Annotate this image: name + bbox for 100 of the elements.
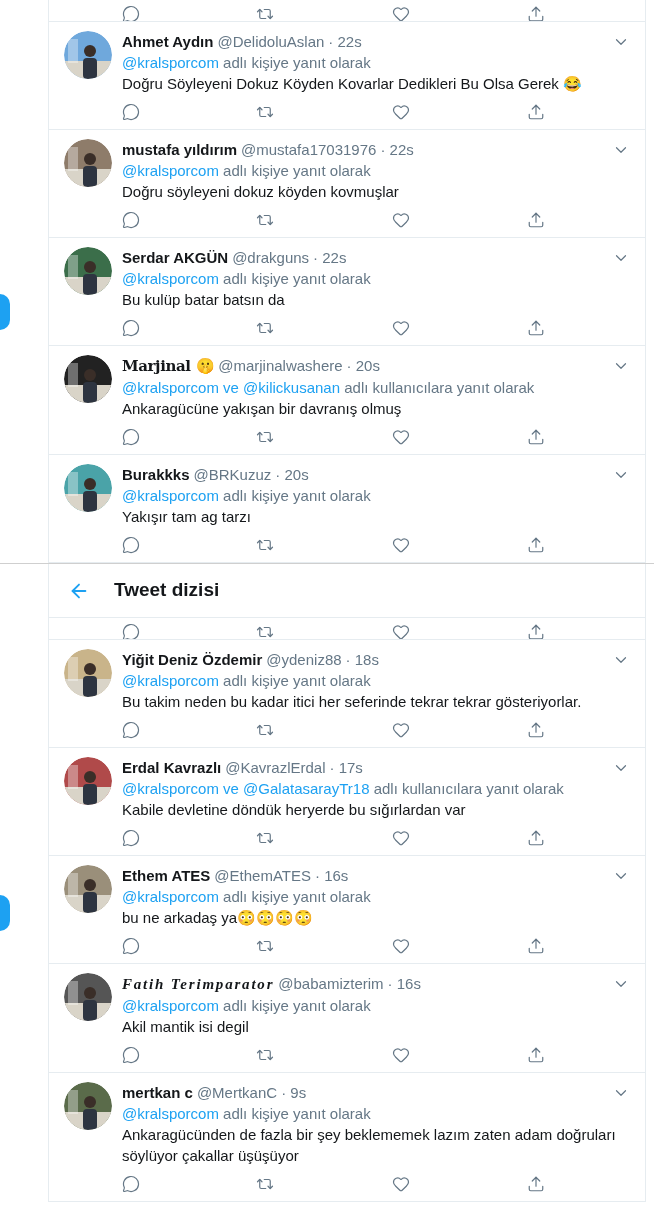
mention-link[interactable]: @GalatasarayTr18: [243, 780, 370, 797]
like-icon[interactable]: [392, 428, 410, 446]
tweet-card[interactable]: Ahmet Aydın @DelidoluAslan · 22s @kralsporcom adlı kişiye yanıt olarak Doğru Söyleyeni Dokuz Köyden Kovarlar Dedikleri Bu Olsa Gerek 😂: [49, 22, 645, 130]
like-icon[interactable]: [392, 103, 410, 121]
tweet-card[interactable]: Erdal Kavrazlı @KavrazlErdal · 17s @kralsporcom ve @GalatasarayTr18 adlı kullanıcılara yanıt olarak Kabile devletine döndük heryerde bu sığırlardan var: [49, 748, 645, 856]
user-handle[interactable]: @BRKuzuz: [193, 464, 272, 485]
reply-icon[interactable]: [122, 937, 140, 955]
mention-link[interactable]: @kralsporcom: [122, 487, 219, 504]
reply-context: @kralsporcom adlı kişiye yanıt olarak: [122, 269, 372, 289]
mention-link[interactable]: @kralsporcom: [122, 997, 219, 1014]
user-handle[interactable]: @mustafa17031976: [241, 139, 377, 160]
user-name[interactable]: mertkan c: [122, 1082, 193, 1103]
compose-button[interactable]: [0, 895, 10, 931]
user-handle[interactable]: @ydeniz88: [266, 649, 342, 670]
share-icon[interactable]: [527, 536, 545, 554]
user-handle[interactable]: @MertkanC: [196, 1082, 278, 1103]
like-icon[interactable]: [392, 937, 410, 955]
reply-context: @kralsporcom adlı kişiye yanıt olarak: [122, 996, 372, 1016]
tweet-time[interactable]: · 17s: [329, 757, 363, 778]
share-icon[interactable]: [527, 211, 545, 229]
user-name[interactable]: Erdal Kavrazlı: [122, 757, 222, 778]
tweet-time[interactable]: · 20s: [275, 464, 309, 485]
reply-context: @kralsporcom adlı kişiye yanıt olarak: [122, 53, 372, 73]
reply-context: @kralsporcom adlı kişiye yanıt olarak: [122, 486, 372, 506]
tweet-card[interactable]: Fatih Terimparator @babamizterim · 16s @kralsporcom adlı kişiye yanıt olarak Akil mantik isi degil: [49, 964, 645, 1073]
like-icon[interactable]: [392, 1046, 410, 1064]
mention-link[interactable]: @kralsporcom: [122, 162, 219, 179]
reply-icon[interactable]: [122, 428, 140, 446]
reply-icon[interactable]: [122, 319, 140, 337]
share-icon[interactable]: [527, 428, 545, 446]
reply-icon[interactable]: [122, 829, 140, 847]
tweet-time[interactable]: · 22s: [380, 139, 414, 160]
mention-link[interactable]: @kralsporcom: [122, 780, 219, 797]
tweet-card[interactable]: Ethem ATES @EthemATES · 16s @kralsporcom adlı kişiye yanıt olarak bu ne arkadaş ya😳😳😳😳: [49, 856, 645, 964]
tweet-card[interactable]: mertkan c @MertkanC · 9s @kralsporcom adlı kişiye yanıt olarak Ankaragücünden de fazla bir şey beklememek lazım zaten adam doğruları söylüyor çakallar üşüşüyor: [49, 1073, 645, 1202]
share-icon[interactable]: [527, 829, 545, 847]
tweet-time[interactable]: · 18s: [345, 649, 379, 670]
reply-context: @kralsporcom adlı kişiye yanıt olarak: [122, 887, 372, 907]
mention-link[interactable]: @kilickusanan: [243, 379, 341, 396]
mention-link[interactable]: @kralsporcom: [122, 270, 219, 287]
tweet-card[interactable]: Burakkks @BRKuzuz · 20s @kralsporcom adlı kişiye yanıt olarak Yakışır tam ag tarzı: [49, 455, 645, 563]
like-icon[interactable]: [392, 536, 410, 554]
user-name[interactable]: Serdar AKGÜN: [122, 247, 229, 268]
tweet-time[interactable]: · 22s: [313, 247, 347, 268]
like-icon[interactable]: [392, 5, 410, 21]
tweet-card[interactable]: Serdar AKGÜN @drakguns · 22s @kralsporcom adlı kişiye yanıt olarak Bu kulüp batar batsın da: [49, 238, 645, 346]
tweet-card[interactable]: Yiğit Deniz Özdemir @ydeniz88 · 18s @kralsporcom adlı kişiye yanıt olarak Bu takim neden bu kadar itici her seferinde tekrar tekrar gösteriyorlar.: [49, 640, 645, 748]
reply-icon[interactable]: [122, 721, 140, 739]
reply-context: @kralsporcom ve @GalatasarayTr18 adlı kullanıcılara yanıt olarak: [122, 779, 565, 799]
tweet-text: Doğru Söyleyeni Dokuz Köyden Kovarlar Dedikleri Bu Olsa Gerek 😂: [122, 74, 584, 94]
user-handle[interactable]: @KavrazlErdal: [225, 757, 326, 778]
tweet-time[interactable]: · 9s: [281, 1082, 307, 1103]
share-icon[interactable]: [527, 5, 545, 21]
tweet-time[interactable]: · 20s: [346, 355, 380, 376]
mention-link[interactable]: @kralsporcom: [122, 888, 219, 905]
like-icon[interactable]: [392, 623, 410, 639]
like-icon[interactable]: [392, 721, 410, 739]
user-name[interactable]: mustafa yıldırım: [122, 139, 238, 160]
reply-icon[interactable]: [122, 1046, 140, 1064]
reply-icon[interactable]: [122, 1175, 140, 1193]
share-icon[interactable]: [527, 721, 545, 739]
user-handle[interactable]: @babamizterim: [278, 973, 384, 994]
reply-icon[interactable]: [122, 103, 140, 121]
user-name[interactable]: Marjinal 🤫: [122, 356, 215, 377]
reply-icon[interactable]: [122, 623, 140, 639]
reply-icon[interactable]: [122, 211, 140, 229]
tweet-time[interactable]: · 16s: [315, 865, 349, 886]
user-name[interactable]: Burakkks: [122, 464, 190, 485]
reply-context: @kralsporcom adlı kişiye yanıt olarak: [122, 1104, 372, 1124]
user-handle[interactable]: @drakguns: [232, 247, 310, 268]
like-icon[interactable]: [392, 1175, 410, 1193]
like-icon[interactable]: [392, 211, 410, 229]
share-icon[interactable]: [527, 103, 545, 121]
compose-button[interactable]: [0, 293, 10, 330]
user-name[interactable]: Ethem ATES: [122, 865, 211, 886]
mention-link[interactable]: @kralsporcom: [122, 672, 219, 689]
tweet-card[interactable]: mustafa yıldırım @mustafa17031976 · 22s @kralsporcom adlı kişiye yanıt olarak Doğru söyleyeni dokuz köyden kovmuşlar: [49, 130, 645, 238]
tweet-card[interactable]: Marjinal 🤫 @marjinalwashere · 20s @kralsporcom ve @kilickusanan adlı kullanıcılara yanıt olarak Ankaragücüne yakışan bir davranış olmuş: [49, 346, 645, 455]
mention-link[interactable]: @kralsporcom: [122, 1105, 219, 1122]
user-handle[interactable]: @marjinalwashere: [218, 355, 343, 376]
share-icon[interactable]: [527, 1046, 545, 1064]
like-icon[interactable]: [392, 319, 410, 337]
mention-link[interactable]: @kralsporcom: [122, 379, 219, 396]
share-icon[interactable]: [527, 937, 545, 955]
user-name[interactable]: Ahmet Aydın: [122, 31, 214, 52]
user-handle[interactable]: @EthemATES: [214, 865, 311, 886]
user-name[interactable]: Yiğit Deniz Özdemir: [122, 649, 263, 670]
mention-link[interactable]: @kralsporcom: [122, 54, 219, 71]
user-name[interactable]: Fatih Terimparator: [122, 974, 275, 995]
share-icon[interactable]: [527, 319, 545, 337]
tweet-time[interactable]: · 22s: [328, 31, 362, 52]
reply-icon[interactable]: [122, 5, 140, 21]
like-icon[interactable]: [392, 829, 410, 847]
reply-icon[interactable]: [122, 536, 140, 554]
user-handle[interactable]: @DelidoluAslan: [217, 31, 325, 52]
tweet-text: Bu takim neden bu kadar itici her seferinde tekrar tekrar gösteriyorlar.: [122, 692, 583, 712]
share-icon[interactable]: [527, 623, 545, 639]
share-icon[interactable]: [527, 1175, 545, 1193]
tweet-text: Akil mantik isi degil: [122, 1017, 250, 1037]
tweet-time[interactable]: · 16s: [387, 973, 421, 994]
